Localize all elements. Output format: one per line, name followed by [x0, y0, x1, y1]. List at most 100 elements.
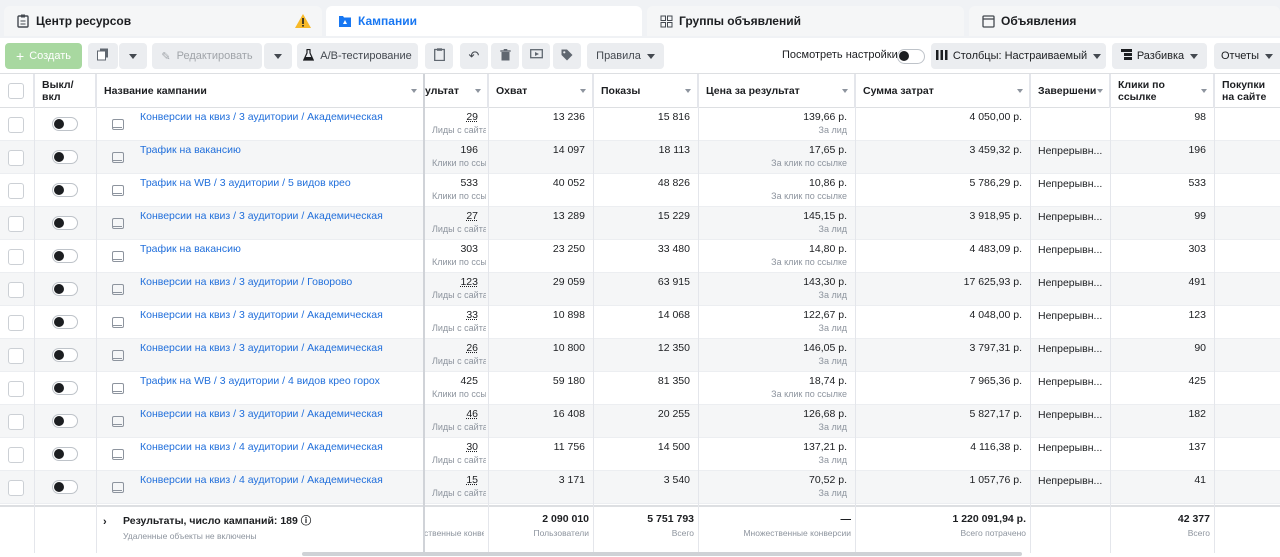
delete-button[interactable]	[491, 43, 519, 69]
campaign-toggle[interactable]	[52, 447, 78, 464]
tab-ads[interactable]: Объявления	[969, 6, 1280, 36]
create-button[interactable]: + Создать	[5, 43, 82, 69]
header-impressions[interactable]: Показы	[593, 74, 698, 108]
header-campaign-name[interactable]: Название кампании	[96, 74, 424, 108]
campaign-toggle[interactable]	[52, 348, 78, 365]
row-checkbox[interactable]	[8, 348, 24, 364]
row-checkbox[interactable]	[8, 249, 24, 265]
view-settings-toggle[interactable]	[897, 49, 925, 67]
impressions-cell: 3 540	[663, 474, 690, 486]
table-row[interactable]: Конверсии на квиз / 3 аудитории / Академ…	[0, 339, 1280, 372]
table-row[interactable]: Конверсии на квиз / 3 аудитории / Говоро…	[0, 273, 1280, 306]
reach-cell: 13 289	[552, 210, 585, 222]
row-checkbox[interactable]	[8, 183, 24, 199]
reports-dropdown[interactable]: Отчеты	[1214, 43, 1280, 69]
breakdown-dropdown[interactable]: Разбивка	[1112, 43, 1207, 69]
header-end[interactable]: Завершени	[1030, 74, 1110, 108]
table-row[interactable]: Трафик на WB / 3 аудитории / 5 видов кре…	[0, 174, 1280, 207]
header-purchases[interactable]: Покупки на сайте	[1214, 74, 1280, 108]
campaign-name-link[interactable]: Конверсии на квиз / 4 аудитории / Академ…	[140, 474, 420, 486]
campaign-name-link[interactable]: Конверсии на квиз / 3 аудитории / Академ…	[140, 309, 420, 321]
table-row[interactable]: Трафик на вакансию 303 Клики по ссылке 23 2…	[0, 240, 1280, 273]
campaign-name-link[interactable]: Конверсии на квиз / 3 аудитории / Академ…	[140, 111, 420, 123]
campaign-toggle[interactable]	[52, 315, 78, 332]
duplicate-button[interactable]	[88, 43, 118, 69]
campaign-name-link[interactable]: Конверсии на квиз / 4 аудитории / Академ…	[140, 441, 420, 453]
undo-button[interactable]: ↶	[460, 43, 488, 69]
results-value: 533	[460, 177, 478, 189]
campaign-icon	[112, 284, 124, 295]
results-value: 425	[460, 375, 478, 387]
edit-button[interactable]: ✎ Редактировать	[152, 43, 262, 69]
campaign-toggle[interactable]	[52, 150, 78, 167]
rules-dropdown[interactable]: Правила	[587, 43, 664, 69]
campaign-toggle[interactable]	[52, 381, 78, 398]
campaign-toggle[interactable]	[52, 480, 78, 497]
row-checkbox[interactable]	[8, 282, 24, 298]
header-reach[interactable]: Охват	[488, 74, 593, 108]
header-results[interactable]: ультат	[424, 74, 488, 108]
table-row[interactable]: Конверсии на квиз / 4 аудитории / Академ…	[0, 438, 1280, 471]
table-row[interactable]: Трафик на вакансию 196 Клики по ссылке 14 0…	[0, 141, 1280, 174]
header-cost-per-result[interactable]: Цена за результат	[698, 74, 855, 108]
warning-icon[interactable]	[294, 13, 312, 32]
end-cell: Непрерывн...	[1038, 310, 1103, 322]
campaign-toggle[interactable]	[52, 117, 78, 134]
row-checkbox[interactable]	[8, 216, 24, 232]
tab-ad-sets[interactable]: Группы объявлений	[647, 6, 964, 36]
spend-cell: 3 459,32 р.	[969, 144, 1022, 156]
notes-button[interactable]	[425, 43, 453, 69]
header-amount-spent[interactable]: Сумма затрат	[855, 74, 1030, 108]
campaign-name-link[interactable]: Конверсии на квиз / 3 аудитории / Говоро…	[140, 276, 420, 288]
row-checkbox[interactable]	[8, 315, 24, 331]
table-row[interactable]: Конверсии на квиз / 3 аудитории / Академ…	[0, 108, 1280, 141]
campaign-icon	[112, 449, 124, 460]
frozen-column-divider[interactable]	[423, 74, 425, 553]
campaign-toggle[interactable]	[52, 414, 78, 431]
columns-dropdown[interactable]: Столбцы: Настраиваемый	[931, 43, 1106, 69]
tab-resource-center[interactable]: Центр ресурсов	[4, 6, 322, 36]
row-checkbox[interactable]	[8, 381, 24, 397]
campaign-toggle[interactable]	[52, 249, 78, 266]
expand-chevron-icon[interactable]: ›	[103, 516, 107, 528]
campaign-name-link[interactable]: Трафик на вакансию	[140, 243, 420, 255]
campaign-toggle[interactable]	[52, 216, 78, 233]
table-row[interactable]: Конверсии на квиз / 3 аудитории / Академ…	[0, 207, 1280, 240]
table-row[interactable]: Трафик на WB / 3 аудитории / 4 видов кре…	[0, 372, 1280, 405]
undo-icon: ↶	[468, 48, 480, 63]
cpr-cell: 122,67 р. За лид	[698, 306, 855, 339]
footer-impr-sub: Всего	[671, 528, 694, 538]
campaign-name-link[interactable]: Трафик на WB / 3 аудитории / 5 видов кре…	[140, 177, 420, 189]
campaign-name-link[interactable]: Трафик на вакансию	[140, 144, 420, 156]
reach-cell: 10 898	[552, 309, 585, 321]
header-link-clicks[interactable]: Клики по ссылке	[1110, 74, 1214, 108]
footer-impr-value: 5 751 793	[647, 513, 694, 525]
info-icon[interactable]: ⓘ	[301, 515, 312, 527]
edit-dropdown[interactable]	[264, 43, 292, 69]
tab-campaigns[interactable]: Кампании	[326, 6, 642, 36]
row-checkbox[interactable]	[8, 414, 24, 430]
row-checkbox[interactable]	[8, 117, 24, 133]
results-cell: 30 Лиды с сайта	[424, 438, 486, 471]
row-checkbox[interactable]	[8, 447, 24, 463]
campaign-toggle[interactable]	[52, 183, 78, 200]
table-row[interactable]: Конверсии на квиз / 4 аудитории / Академ…	[0, 471, 1280, 504]
ab-test-button[interactable]: A/B-тестирование	[297, 43, 418, 69]
campaign-name-link[interactable]: Конверсии на квиз / 3 аудитории / Академ…	[140, 210, 420, 222]
select-all-checkbox[interactable]	[8, 83, 24, 99]
table-row[interactable]: Конверсии на квиз / 3 аудитории / Академ…	[0, 405, 1280, 438]
cpr-value: 18,74 р.	[809, 375, 847, 387]
horizontal-scrollbar[interactable]	[302, 552, 1022, 556]
campaign-name-link[interactable]: Конверсии на квиз / 3 аудитории / Академ…	[140, 342, 420, 354]
tag-button[interactable]	[553, 43, 581, 69]
campaign-name-link[interactable]: Трафик на WB / 3 аудитории / 4 видов кре…	[140, 375, 420, 387]
preview-button[interactable]	[522, 43, 550, 69]
table-row[interactable]: Конверсии на квиз / 3 аудитории / Академ…	[0, 306, 1280, 339]
results-sub: Клики по ссылке	[432, 191, 486, 201]
campaign-name-link[interactable]: Конверсии на квиз / 3 аудитории / Академ…	[140, 408, 420, 420]
campaign-toggle[interactable]	[52, 282, 78, 299]
duplicate-dropdown[interactable]	[119, 43, 147, 69]
row-checkbox[interactable]	[8, 480, 24, 496]
row-checkbox[interactable]	[8, 150, 24, 166]
divider	[698, 74, 699, 553]
